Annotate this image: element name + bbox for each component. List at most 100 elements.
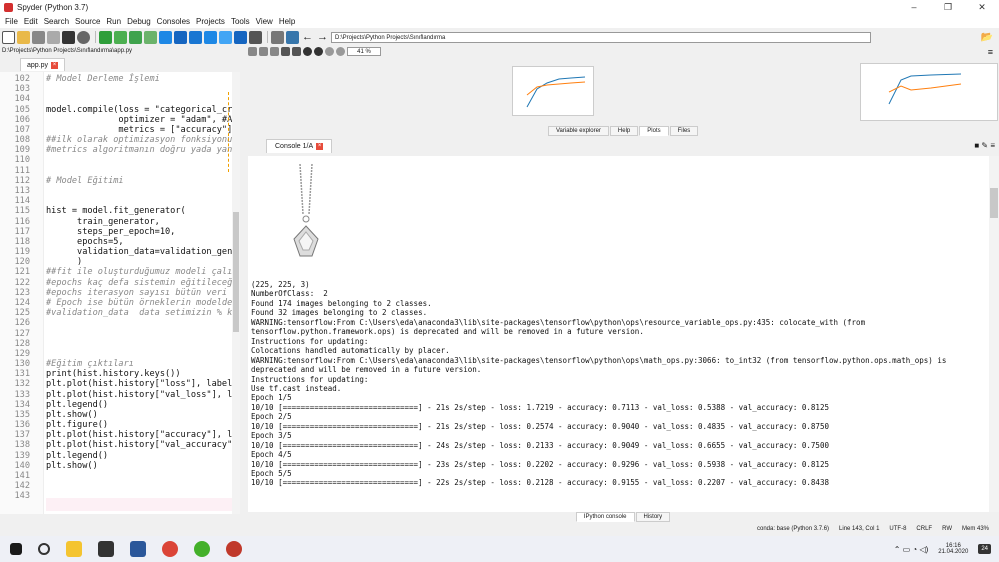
console-output-line: Epoch 2/5 [251, 412, 292, 422]
menu-help[interactable]: Help [279, 17, 295, 26]
tab-history[interactable]: History [635, 512, 671, 522]
menu-run[interactable]: Run [106, 17, 121, 26]
remove-plot-icon[interactable] [281, 47, 290, 56]
menu-edit[interactable]: Edit [24, 17, 38, 26]
copy-plot-icon[interactable] [270, 47, 279, 56]
ipython-console[interactable]: (225, 225, 3) NumberOfClass: 2 Found 174 i… [248, 156, 989, 512]
save-all-icon[interactable] [47, 30, 60, 44]
scroll-thumb[interactable] [233, 212, 239, 332]
plots-pane: Variable explorer Help Plots Files [248, 57, 999, 136]
forward-arrow-icon[interactable]: → [316, 31, 329, 44]
tab-help[interactable]: Help [609, 126, 639, 136]
working-directory-input[interactable]: D:\Projects\Python Projects\Sınıflandırm… [331, 31, 871, 43]
tab-app-py[interactable]: app.py × [20, 58, 66, 71]
python-icon[interactable] [286, 30, 299, 44]
line-number: 127 [14, 328, 30, 339]
tab-plots[interactable]: Plots [639, 126, 669, 136]
wrench-icon[interactable] [271, 30, 284, 44]
console-output-line: Found 32 images belonging to 2 classes. [251, 308, 428, 318]
line-number: 107 [14, 124, 30, 135]
chrome-icon[interactable] [162, 541, 178, 557]
console-output-line: NumberOfClass: 2 [251, 289, 328, 299]
spyder-taskbar-icon[interactable] [226, 541, 242, 557]
maximize-pane-icon[interactable] [249, 30, 262, 44]
prev-plot-icon[interactable] [303, 47, 312, 56]
menu-file[interactable]: File [5, 17, 18, 26]
run-selection-icon[interactable] [144, 30, 157, 44]
code-line: plt.legend() [46, 450, 109, 461]
tray-icons[interactable]: ⌃ ▭ ◔ ◁) [894, 545, 929, 554]
console-output-line: Epoch 3/5 [251, 431, 292, 441]
code-line: validation_data=validation_genera [46, 247, 240, 258]
console-options-icon[interactable]: ■ ✎ ≡ [974, 141, 995, 150]
menu-search[interactable]: Search [44, 17, 69, 26]
list-icon[interactable] [62, 30, 75, 44]
menu-view[interactable]: View [256, 17, 273, 26]
code-line: optimizer = "adam", #Ağır [46, 114, 240, 125]
step-icon[interactable] [174, 30, 187, 44]
console-output-line: deprecated and will be removed in a futu… [251, 365, 482, 375]
open-file-icon[interactable] [17, 30, 30, 44]
continue-icon[interactable] [219, 30, 232, 44]
minimize-button[interactable]: – [897, 2, 931, 13]
anaconda-icon[interactable] [194, 541, 210, 557]
close-console-icon[interactable]: × [316, 143, 324, 150]
console-output-line: (225, 225, 3) [251, 280, 310, 289]
word-icon[interactable] [130, 541, 146, 557]
zoom-level[interactable]: 41 % [347, 47, 381, 56]
run-icon[interactable] [99, 30, 112, 44]
line-number: 128 [14, 338, 30, 349]
remove-all-icon[interactable] [292, 47, 301, 56]
line-number: 143 [14, 491, 30, 502]
tab-ipython-console[interactable]: IPython console [575, 512, 635, 522]
tab-variable-explorer[interactable]: Variable explorer [548, 126, 609, 136]
zoom-in-icon[interactable] [336, 47, 345, 56]
mail-icon[interactable] [98, 541, 114, 557]
menu-consoles[interactable]: Consoles [157, 17, 190, 26]
menu-source[interactable]: Source [75, 17, 100, 26]
console-output-line: Found 174 images belonging to 2 classes. [251, 298, 432, 308]
menu-icon[interactable]: ≡ [988, 47, 993, 57]
at-icon[interactable] [77, 30, 90, 44]
editor-tabs: app.py × [0, 57, 245, 72]
next-plot-icon[interactable] [314, 47, 323, 56]
tab-label: app.py [27, 61, 49, 69]
close-tab-icon[interactable]: × [51, 61, 59, 69]
tab-files[interactable]: Files [669, 126, 699, 136]
console-output-line: Epoch 5/5 [251, 469, 292, 478]
file-explorer-icon[interactable] [66, 541, 82, 557]
plot-thumbnail-list[interactable] [860, 63, 998, 121]
close-button[interactable]: ✕ [965, 2, 999, 13]
menu-tools[interactable]: Tools [231, 17, 250, 26]
save-icon[interactable] [32, 30, 45, 44]
windows-start-icon[interactable] [10, 543, 22, 555]
run-cell-advance-icon[interactable] [129, 30, 142, 44]
line-number: 134 [14, 399, 30, 410]
line-number: 132 [14, 379, 30, 390]
debug-icon[interactable] [159, 30, 172, 44]
console-scrollbar[interactable] [989, 156, 999, 512]
line-number: 138 [14, 440, 30, 451]
stop-icon[interactable] [234, 30, 247, 44]
code-editor[interactable]: 102 103 104 105 106 107 108 109 110 111 112 113 114 1… [0, 72, 240, 514]
scroll-thumb[interactable] [990, 188, 998, 218]
step-into-icon[interactable] [189, 30, 202, 44]
search-icon[interactable] [38, 543, 50, 555]
tab-console-1[interactable]: Console 1/A × [266, 139, 333, 153]
folder-icon[interactable]: 📂 [981, 32, 993, 43]
new-file-icon[interactable] [2, 30, 15, 44]
maximize-button[interactable]: ❐ [931, 2, 965, 13]
notification-badge[interactable]: 24 [978, 544, 991, 554]
step-return-icon[interactable] [204, 30, 217, 44]
save-plot-icon[interactable] [248, 47, 257, 56]
console-output-line: tensorflow.python.framework.ops) is depr… [251, 327, 644, 337]
zoom-out-icon[interactable] [325, 47, 334, 56]
back-arrow-icon[interactable]: ← [301, 31, 314, 44]
editor-scrollbar[interactable] [232, 72, 240, 514]
run-cell-icon[interactable] [114, 30, 127, 44]
editor-horizontal-scrollbar[interactable] [0, 514, 240, 522]
menu-projects[interactable]: Projects [196, 17, 225, 26]
save-all-plots-icon[interactable] [259, 47, 268, 56]
menu-debug[interactable]: Debug [127, 17, 151, 26]
plot-thumbnail-main[interactable] [512, 66, 594, 116]
